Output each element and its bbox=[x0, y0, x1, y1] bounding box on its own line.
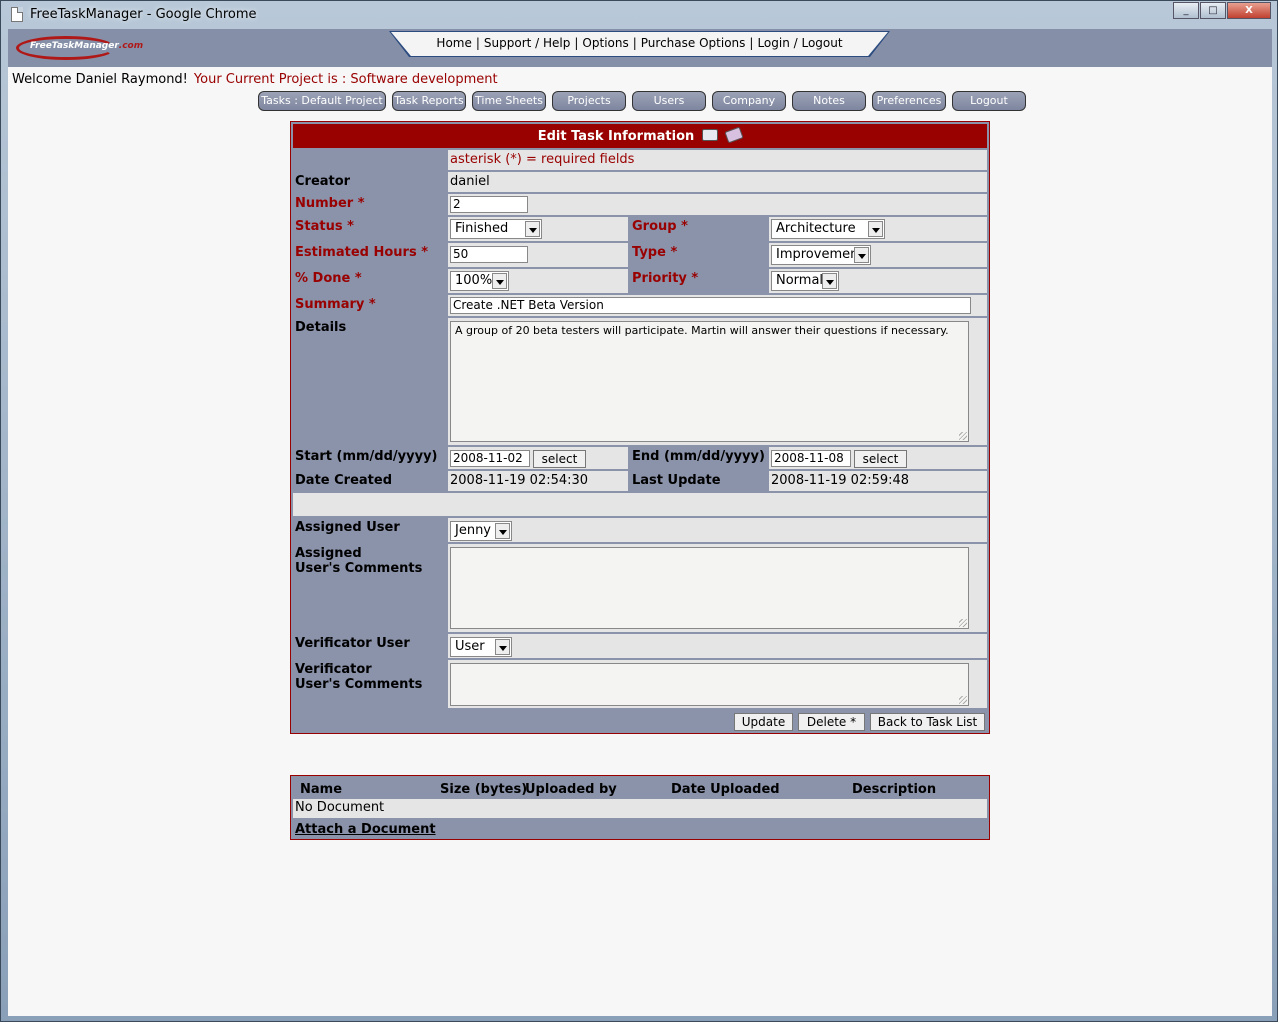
tab-tasks[interactable]: Tasks : Default Project bbox=[258, 91, 386, 111]
freetaskmanager-logo[interactable]: FreeTaskManager.com bbox=[16, 34, 143, 60]
welcome-text: Welcome Daniel Raymond! bbox=[12, 72, 188, 87]
verificator-user-label: Verificator User bbox=[293, 634, 446, 658]
start-date-input[interactable]: 2008-11-02 bbox=[450, 450, 530, 467]
page-icon bbox=[11, 7, 23, 22]
chevron-down-icon bbox=[492, 273, 507, 289]
date-created-label: Date Created bbox=[293, 471, 446, 491]
details-textarea[interactable]: A group of 20 beta testers will particip… bbox=[450, 321, 969, 442]
creator-label: Creator bbox=[293, 172, 446, 192]
chevron-down-icon bbox=[854, 247, 869, 263]
creator-value: daniel bbox=[448, 172, 987, 192]
required-note: asterisk (*) = required fields bbox=[448, 150, 987, 170]
spacer-row bbox=[293, 493, 987, 516]
summary-input[interactable]: Create .NET Beta Version bbox=[450, 297, 971, 314]
window-title: FreeTaskManager - Google Chrome bbox=[30, 7, 257, 22]
minimize-button[interactable]: _ bbox=[1173, 2, 1199, 19]
attach-document-link[interactable]: Attach a Document bbox=[295, 822, 436, 837]
tab-company[interactable]: Company bbox=[712, 91, 786, 111]
date-created-value: 2008-11-19 02:54:30 bbox=[448, 471, 628, 491]
status-label: Status * bbox=[293, 217, 446, 241]
title-bar: FreeTaskManager - Google Chrome _ □ X bbox=[1, 1, 1277, 29]
verificator-user-select[interactable]: User bbox=[450, 637, 512, 657]
end-date-select-button[interactable]: select bbox=[854, 450, 907, 468]
site-header: FreeTaskManager.com Home | Support / Help |… bbox=[8, 29, 1272, 67]
start-date-select-button[interactable]: select bbox=[533, 450, 586, 468]
estimated-hours-input[interactable]: 50 bbox=[450, 246, 528, 263]
estimated-hours-label: Estimated Hours * bbox=[293, 243, 446, 267]
group-select[interactable]: Architecture bbox=[771, 219, 885, 239]
resize-grip-icon bbox=[959, 619, 967, 627]
type-label: Type * bbox=[630, 243, 767, 267]
col-size: Size (bytes) bbox=[440, 782, 528, 797]
panel-title: Edit Task Information bbox=[537, 129, 695, 144]
nav-home[interactable]: Home bbox=[436, 36, 471, 50]
summary-label: Summary * bbox=[293, 295, 446, 316]
type-select[interactable]: Improvement bbox=[771, 245, 871, 265]
top-navigation: Home | Support / Help | Options | Purchase Opt… bbox=[389, 31, 890, 57]
welcome-line: Welcome Daniel Raymond! Your Current Proj… bbox=[12, 72, 498, 87]
tab-users[interactable]: Users bbox=[632, 91, 706, 111]
no-document-text: No Document bbox=[293, 799, 987, 818]
documents-panel: Name Size (bytes) Uploaded by Date Uploa… bbox=[290, 775, 990, 840]
book-icon[interactable] bbox=[724, 126, 744, 144]
priority-select[interactable]: Normal bbox=[771, 271, 839, 291]
percent-done-select[interactable]: 100% bbox=[450, 271, 509, 291]
verificator-comments-label: Verificator User's Comments bbox=[293, 660, 446, 708]
number-label: Number * bbox=[293, 194, 446, 215]
tab-task-reports[interactable]: Task Reports bbox=[392, 91, 466, 111]
resize-grip-icon bbox=[959, 696, 967, 704]
nav-options[interactable]: Options bbox=[582, 36, 628, 50]
priority-label: Priority * bbox=[630, 269, 767, 293]
percent-done-label: % Done * bbox=[293, 269, 446, 293]
chevron-down-icon bbox=[868, 221, 883, 237]
details-label: Details bbox=[293, 318, 446, 445]
verificator-comments-textarea[interactable] bbox=[450, 663, 969, 706]
update-button[interactable]: Update bbox=[734, 713, 793, 731]
chevron-down-icon bbox=[495, 523, 510, 539]
nav-purchase[interactable]: Purchase Options bbox=[641, 36, 746, 50]
resize-grip-icon bbox=[959, 432, 967, 440]
end-date-label: End (mm/dd/yyyy) bbox=[630, 447, 767, 469]
print-icon[interactable] bbox=[702, 129, 719, 141]
tab-projects[interactable]: Projects bbox=[552, 91, 626, 111]
panel-header: Edit Task Information bbox=[293, 124, 987, 148]
col-uploaded-by: Uploaded by bbox=[525, 782, 617, 797]
chevron-down-icon bbox=[525, 221, 540, 237]
assigned-comments-textarea[interactable] bbox=[450, 547, 969, 629]
browser-window: FreeTaskManager - Google Chrome _ □ X Fr… bbox=[0, 0, 1278, 1022]
edit-task-panel: Edit Task Information asterisk (*) = req… bbox=[290, 121, 990, 734]
close-button[interactable]: X bbox=[1227, 2, 1271, 19]
last-update-value: 2008-11-19 02:59:48 bbox=[769, 471, 987, 491]
number-input[interactable]: 2 bbox=[450, 196, 528, 213]
end-date-input[interactable]: 2008-11-08 bbox=[771, 450, 851, 467]
tab-notes[interactable]: Notes bbox=[792, 91, 866, 111]
assigned-user-select[interactable]: Jenny bbox=[450, 521, 512, 541]
group-label: Group * bbox=[630, 217, 767, 241]
start-date-label: Start (mm/dd/yyyy) bbox=[293, 447, 446, 469]
col-description: Description bbox=[852, 782, 937, 797]
assigned-user-label: Assigned User bbox=[293, 518, 446, 542]
last-update-label: Last Update bbox=[630, 471, 767, 491]
back-to-task-list-button[interactable]: Back to Task List bbox=[870, 713, 985, 731]
tab-time-sheets[interactable]: Time Sheets bbox=[472, 91, 546, 111]
chevron-down-icon bbox=[495, 639, 510, 655]
delete-button[interactable]: Delete * bbox=[798, 713, 865, 731]
status-select[interactable]: Finished bbox=[450, 219, 542, 239]
tab-logout[interactable]: Logout bbox=[952, 91, 1026, 111]
page-content: FreeTaskManager.com Home | Support / Help |… bbox=[8, 29, 1272, 1016]
col-date-uploaded: Date Uploaded bbox=[671, 782, 780, 797]
documents-header: Name Size (bytes) Uploaded by Date Uploa… bbox=[293, 778, 987, 798]
tab-preferences[interactable]: Preferences bbox=[872, 91, 946, 111]
assigned-comments-label: Assigned User's Comments bbox=[293, 544, 446, 632]
col-name: Name bbox=[300, 782, 343, 797]
main-tabs: Tasks : Default Project Task Reports Tim… bbox=[258, 91, 1032, 111]
nav-login-logout[interactable]: Login / Logout bbox=[757, 36, 842, 50]
maximize-button[interactable]: □ bbox=[1200, 2, 1226, 19]
chevron-down-icon bbox=[822, 273, 837, 289]
current-project: Your Current Project is : Software devel… bbox=[193, 72, 498, 87]
nav-support[interactable]: Support / Help bbox=[484, 36, 570, 50]
